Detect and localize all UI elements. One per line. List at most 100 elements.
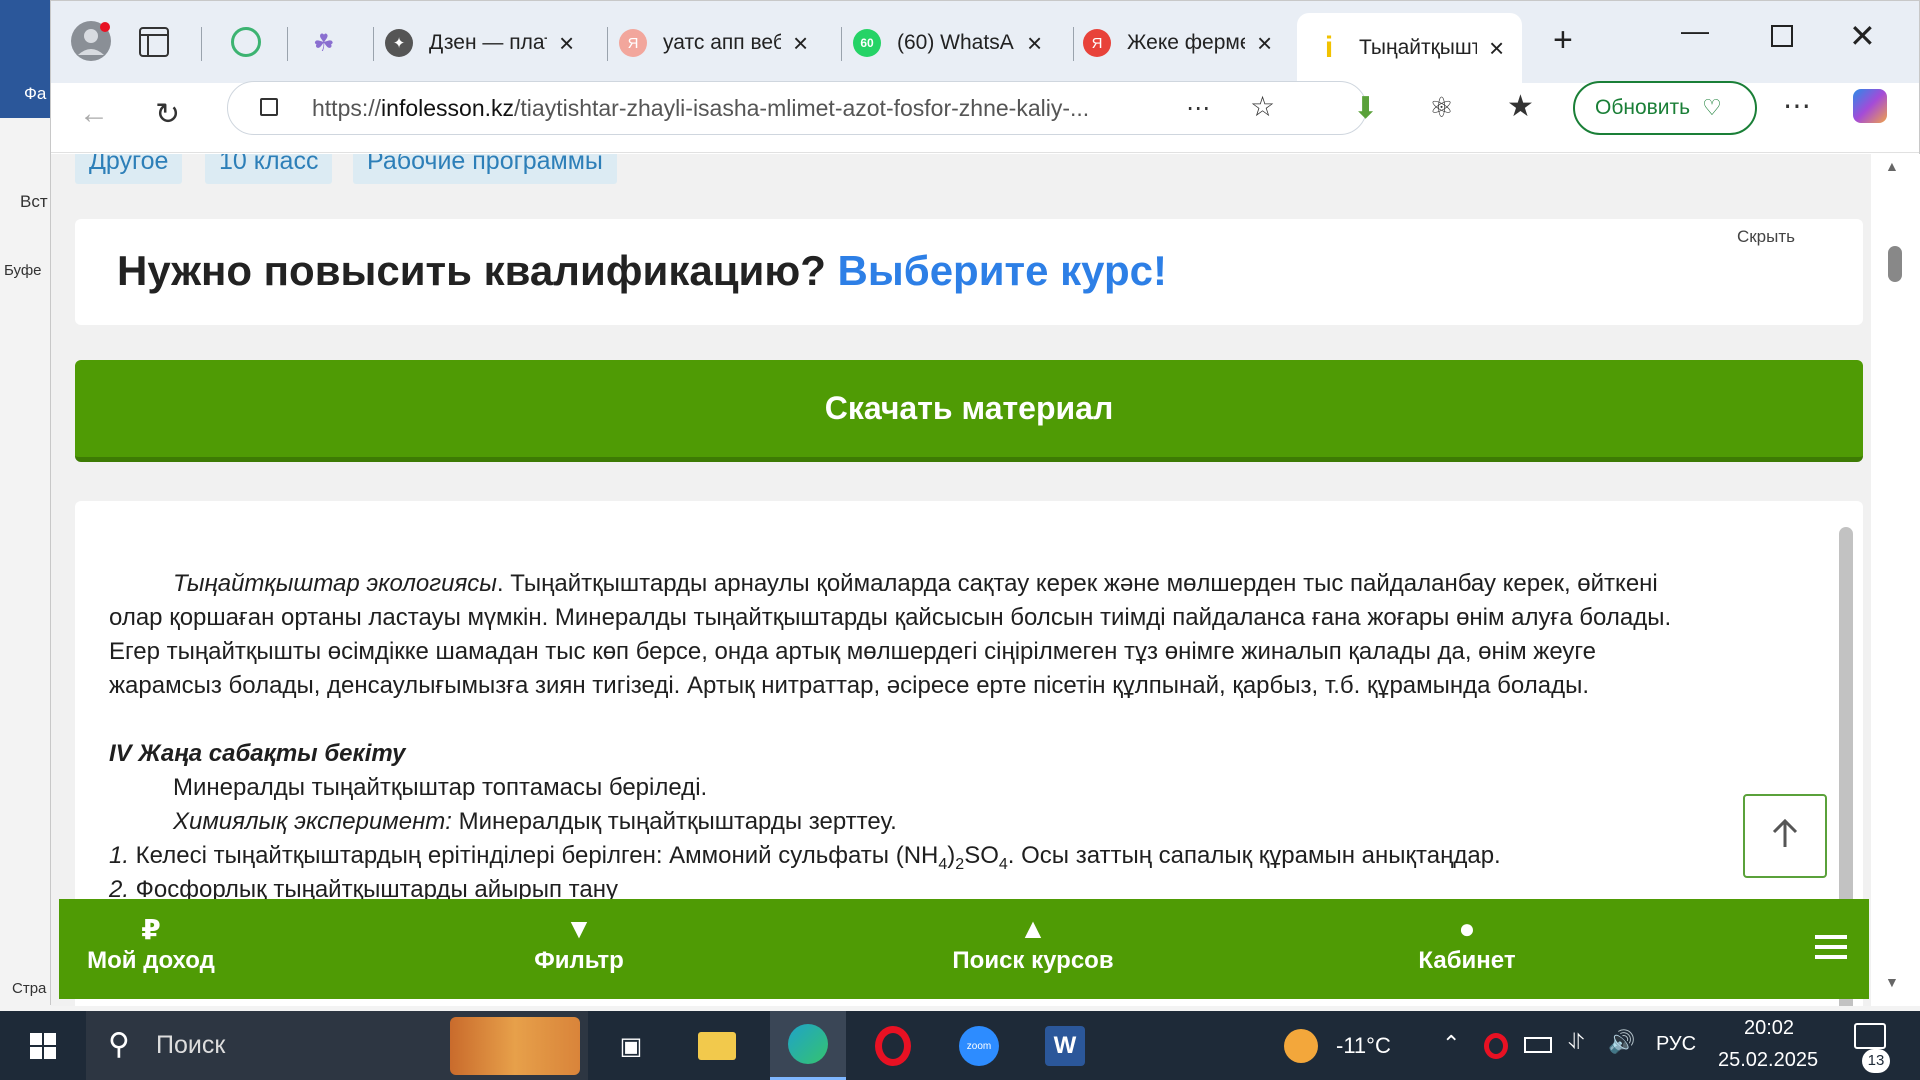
- task-view-icon[interactable]: ▣: [606, 1021, 656, 1071]
- close-icon[interactable]: ×: [1257, 28, 1272, 59]
- tray-chevron-icon[interactable]: ⌃: [1442, 1031, 1460, 1057]
- nav-label: Фильтр: [534, 947, 624, 974]
- lock-icon[interactable]: [260, 98, 278, 116]
- notification-count: 13: [1862, 1049, 1890, 1073]
- tab-title: уатс апп веб: [663, 31, 781, 54]
- heart-pulse-icon: ♡: [1702, 95, 1722, 120]
- page-scrollbar[interactable]: ▲ ▼: [1871, 154, 1920, 1006]
- scroll-down-arrow-icon[interactable]: ▼: [1885, 974, 1899, 990]
- user-icon: ●: [1458, 913, 1476, 944]
- tab-separator: [201, 27, 202, 61]
- weather-icon[interactable]: [1284, 1029, 1318, 1063]
- word-icon[interactable]: W: [1040, 1021, 1090, 1071]
- favorite-star-icon[interactable]: ☆: [1250, 90, 1275, 123]
- hide-promo-link[interactable]: Скрыть: [1737, 227, 1795, 247]
- close-icon[interactable]: ×: [559, 28, 574, 59]
- tab-separator: [1073, 27, 1074, 61]
- scroll-up-arrow-icon[interactable]: ▲: [1885, 158, 1899, 174]
- extensions-icon[interactable]: ⚛: [1429, 91, 1454, 124]
- wifi-icon[interactable]: ⥯: [1568, 1029, 1584, 1055]
- new-tab-icon[interactable]: +: [1553, 21, 1573, 60]
- browser-window: ☘ ✦ Дзен — платфор × Я уатс апп веб × 60…: [50, 0, 1920, 1006]
- nav-course-search[interactable]: ▲ Поиск курсов: [933, 913, 1133, 975]
- tab-infolesson-active[interactable]: i Тыңайтқыштар ×: [1297, 13, 1523, 83]
- choose-course-link[interactable]: Выберите курс!: [838, 247, 1167, 294]
- word-insert-tab[interactable]: Вст: [20, 192, 48, 212]
- tab-whatsapp-search[interactable]: Я уатс апп веб ×: [619, 15, 808, 71]
- tab-separator: [607, 27, 608, 61]
- close-icon[interactable]: ×: [793, 28, 808, 59]
- graduation-cap-icon: ▲: [1019, 913, 1047, 944]
- italic-term: Химиялық эксперимент:: [173, 808, 452, 835]
- update-browser-button[interactable]: Обновить ♡: [1573, 81, 1757, 135]
- yandex-icon: Я: [619, 29, 647, 57]
- paragraph-line: жарамсыз болады, денсаулығымызға зиян ти…: [109, 672, 1589, 699]
- tab-title: Жеке фермерлік: [1127, 31, 1245, 54]
- more-menu-icon[interactable]: ⋯: [1783, 89, 1811, 122]
- nav-label: Кабинет: [1418, 947, 1516, 974]
- nav-my-income[interactable]: ₽ Мой доход: [81, 913, 221, 975]
- nav-cabinet[interactable]: ● Кабинет: [1397, 913, 1537, 975]
- paragraph-line: Егер тыңайтқышты өсімдікке шамадан тыс к…: [109, 638, 1596, 665]
- tab-whatsapp[interactable]: 60 (60) WhatsApp ×: [853, 15, 1042, 71]
- search-placeholder: Поиск: [156, 1031, 226, 1059]
- profile-avatar-icon[interactable]: [69, 19, 113, 63]
- download-material-button[interactable]: Скачать материал: [75, 360, 1863, 462]
- tab-title: (60) WhatsApp: [897, 31, 1015, 54]
- zoom-icon[interactable]: zoom: [954, 1021, 1004, 1071]
- subscript: 4: [998, 855, 1008, 873]
- reader-mode-icon[interactable]: ⋯: [1186, 94, 1210, 123]
- file-explorer-icon[interactable]: [692, 1021, 742, 1071]
- pinned-tab-icon[interactable]: [231, 27, 261, 57]
- tab-separator: [287, 27, 288, 61]
- infolesson-icon: i: [1324, 31, 1334, 64]
- download-manager-icon[interactable]: ⬇: [1353, 91, 1378, 126]
- clock-date[interactable]: 25.02.2025: [1718, 1049, 1818, 1072]
- weather-temp[interactable]: -11°C: [1336, 1033, 1391, 1059]
- language-indicator[interactable]: РУС: [1656, 1033, 1696, 1056]
- update-label: Обновить: [1595, 96, 1691, 119]
- tab-actions-icon[interactable]: [139, 27, 169, 57]
- tag-grade-10[interactable]: 10 класс: [205, 154, 333, 184]
- tab-farmer[interactable]: Я Жеке фермерлік ×: [1083, 15, 1272, 71]
- close-window-icon[interactable]: ✕: [1849, 17, 1876, 55]
- ruble-icon: ₽: [141, 914, 161, 945]
- clock-time[interactable]: 20:02: [1744, 1017, 1794, 1040]
- pinned-tab-icon[interactable]: ☘: [313, 29, 335, 58]
- tab-bar: ☘ ✦ Дзен — платфор × Я уатс апп веб × 60…: [51, 1, 1919, 83]
- tab-separator: [841, 27, 842, 61]
- volume-icon[interactable]: 🔊: [1608, 1029, 1635, 1055]
- refresh-icon[interactable]: ↻: [155, 97, 180, 132]
- close-icon[interactable]: ×: [1489, 33, 1504, 64]
- tag-other[interactable]: Другое: [75, 154, 183, 184]
- nav-filter[interactable]: ▼ Фильтр: [529, 913, 629, 975]
- tag-work-programs[interactable]: Рабочие программы: [353, 154, 617, 184]
- close-icon[interactable]: ×: [1027, 28, 1042, 59]
- list-number: 1.: [109, 842, 130, 869]
- maximize-icon[interactable]: [1771, 25, 1793, 47]
- edge-taskbar-icon[interactable]: [770, 1011, 846, 1080]
- notifications-icon[interactable]: [1854, 1023, 1886, 1049]
- minimize-icon[interactable]: —: [1681, 15, 1709, 47]
- subscript: 2: [955, 855, 965, 873]
- word-file-tab[interactable]: Фа: [24, 84, 46, 104]
- opera-icon[interactable]: [868, 1021, 918, 1071]
- favorites-icon[interactable]: ★: [1507, 89, 1534, 124]
- back-arrow-icon[interactable]: ←: [79, 97, 109, 131]
- text-run: . Тыңайтқыштарды арнаулы қоймаларда сақт…: [496, 570, 1658, 597]
- tab-dzen[interactable]: ✦ Дзен — платфор ×: [385, 15, 574, 71]
- scroll-to-top-button[interactable]: [1743, 794, 1827, 878]
- windows-start-icon[interactable]: [18, 1021, 68, 1071]
- scroll-thumb[interactable]: [1888, 246, 1902, 282]
- italic-term: Тыңайтқыштар экологиясы: [173, 570, 497, 597]
- section-heading: IV Жаңа сабақты бекіту: [109, 740, 406, 767]
- copilot-icon[interactable]: [1853, 89, 1887, 123]
- hamburger-menu-icon[interactable]: [1815, 935, 1847, 959]
- promo-banner: Скрыть Нужно повысить квалификацию? Выбе…: [75, 219, 1863, 325]
- url-field[interactable]: https://infolesson.kz/tiaytishtar-zhayli…: [227, 81, 1367, 135]
- filter-icon: ▼: [565, 913, 593, 944]
- battery-icon[interactable]: [1524, 1037, 1552, 1053]
- opera-tray-icon[interactable]: [1484, 1033, 1508, 1059]
- taskbar-search[interactable]: ⚲ Поиск: [86, 1011, 588, 1080]
- tab-title: Тыңайтқыштар: [1359, 36, 1477, 59]
